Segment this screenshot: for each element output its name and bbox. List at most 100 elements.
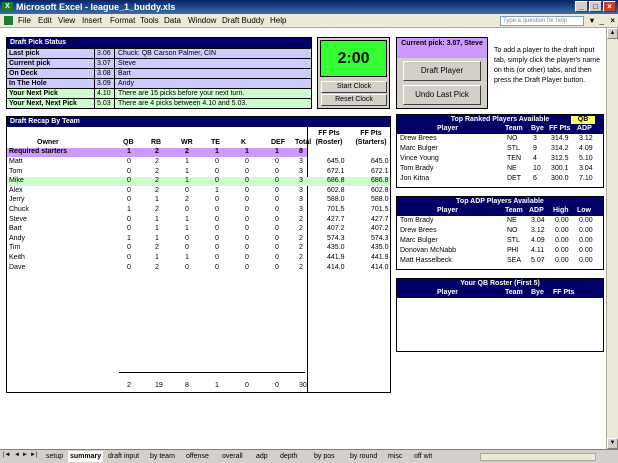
tab-depth[interactable]: depth <box>278 451 300 462</box>
table-header-row: Player Team Bye FF Pts ADP <box>397 125 603 134</box>
player-row[interactable]: Marc Bulger STL 4.09 0.00 0.00 <box>397 237 603 246</box>
recap-cell: 1 <box>185 215 189 223</box>
menu-view[interactable]: View <box>58 16 75 25</box>
top-ranked-panel: Top Ranked Players Available QB Player Te… <box>396 114 604 188</box>
player-row[interactable]: Vince Young TEN 4 312.5 5.10 <box>397 155 603 164</box>
instructions-text: To add a player to the draft input tab, … <box>494 47 600 84</box>
recap-cell: 2 <box>155 206 159 213</box>
recap-row[interactable]: Alex 0 2 0 1 0 0 3 602.8 602.8 <box>7 187 390 196</box>
minimize-button[interactable]: _ <box>575 1 588 12</box>
menu-window[interactable]: Window <box>188 16 216 25</box>
recap-cell: 1 <box>155 225 159 233</box>
recap-cell: 0 <box>127 177 131 185</box>
player-row[interactable]: Donovan McNabb PHI 4.11 0.00 0.00 <box>397 247 603 256</box>
player-row[interactable]: Marc Bulger STL 9 314.2 4.09 <box>397 145 603 154</box>
clock-panel: 2:00 Start Clock Reset Clock <box>317 37 390 109</box>
recap-row[interactable]: Keith 0 1 1 0 0 0 2 441.9 441.9 <box>7 254 390 263</box>
player-row[interactable]: Matt Hasselbeck SEA 5.07 0.00 0.00 <box>397 257 603 266</box>
chevron-down-icon[interactable]: ▾ <box>590 16 594 25</box>
recap-row[interactable]: Chuck 1 2 0 0 0 0 3 701.5 701.5 <box>7 206 390 215</box>
status-row: Current pick 3.07 Steve <box>7 58 311 68</box>
player-cell: NE <box>507 165 517 172</box>
undo-last-pick-button[interactable]: Undo Last Pick <box>403 85 481 105</box>
player-row[interactable]: Tom Brady NE 10 300.1 3.04 <box>397 165 603 174</box>
recap-row[interactable]: Dave 0 2 0 0 0 0 2 414.0 414.0 <box>7 264 390 273</box>
player-cell: 7.10 <box>579 175 593 182</box>
reset-clock-button[interactable]: Reset Clock <box>321 94 387 106</box>
vertical-scrollbar[interactable]: ▲ ▼ <box>606 28 618 449</box>
horizontal-scrollbar[interactable] <box>480 453 596 461</box>
status-pick-number: 4.10 <box>95 89 115 98</box>
menu-insert[interactable]: Insert <box>82 16 102 25</box>
recap-cell: 0 <box>275 263 279 271</box>
menu-file[interactable]: File <box>18 16 31 25</box>
prev-sheet-icon[interactable]: ◄ <box>14 452 20 458</box>
player-row[interactable]: Tom Brady NE 3.04 0.00 0.00 <box>397 217 603 226</box>
menu-data[interactable]: Data <box>164 16 181 25</box>
scroll-up-icon[interactable]: ▲ <box>607 28 618 39</box>
position-filter[interactable]: QB <box>571 116 595 124</box>
menu-help[interactable]: Help <box>270 16 286 25</box>
recap-cell: 0 <box>127 158 131 165</box>
tab-off-wit[interactable]: off wit <box>412 451 434 462</box>
menu-format[interactable]: Format <box>110 16 135 25</box>
close-button[interactable]: × <box>603 1 616 12</box>
workbook-icon[interactable] <box>4 16 13 25</box>
recap-cell: 1 <box>155 215 159 223</box>
recap-total: 1 <box>215 382 219 389</box>
tab-by-team[interactable]: by team <box>148 451 177 462</box>
draft-player-button[interactable]: Draft Player <box>403 61 481 81</box>
tab-overall[interactable]: overall <box>220 451 245 462</box>
status-row: In The Hole 3.09 Andy <box>7 78 311 88</box>
last-sheet-icon[interactable]: ►| <box>30 452 38 458</box>
recap-cell: 0 <box>127 186 131 194</box>
recap-col-header: TE <box>211 139 220 146</box>
recap-cell: 0 <box>275 244 279 252</box>
recap-total: 8 <box>185 382 189 389</box>
tab-draft-input[interactable]: draft input <box>106 451 141 462</box>
recap-cell: 3 <box>299 177 303 185</box>
recap-row[interactable]: Bart 0 1 1 0 0 0 2 407.2 407.2 <box>7 225 390 234</box>
tab-offense[interactable]: offense <box>184 451 211 462</box>
player-row[interactable]: Drew Brees NO 3.12 0.00 0.00 <box>397 227 603 236</box>
tab-misc[interactable]: misc <box>386 451 404 462</box>
player-row[interactable]: Jon Kitna DET 6 300.0 7.10 <box>397 175 603 184</box>
tab-by-pos[interactable]: by pos <box>312 451 337 462</box>
next-sheet-icon[interactable]: ► <box>22 452 28 458</box>
recap-cell: 0 <box>275 158 279 165</box>
recap-cell: 0 <box>275 167 279 175</box>
scroll-down-icon[interactable]: ▼ <box>607 438 618 449</box>
start-clock-button[interactable]: Start Clock <box>321 81 387 93</box>
player-cell: 0.00 <box>579 257 593 264</box>
tab-setup[interactable]: setup <box>44 451 65 462</box>
menu-edit[interactable]: Edit <box>38 16 52 25</box>
restore-icon[interactable]: _ <box>600 16 604 25</box>
tab-adp[interactable]: adp <box>254 451 270 462</box>
menu-tools[interactable]: Tools <box>140 16 159 25</box>
recap-cell: 2 <box>299 215 303 223</box>
recap-cell: 602.8 <box>327 186 345 194</box>
recap-row[interactable]: Andy 1 1 0 0 0 0 2 574.3 574.3 <box>7 235 390 244</box>
tab-summary[interactable]: summary <box>68 451 104 462</box>
player-row[interactable]: Drew Brees NO 3 314.9 3.12 <box>397 135 603 144</box>
player-cell: 314.9 <box>551 135 569 142</box>
maximize-button[interactable]: □ <box>589 1 602 12</box>
recap-row[interactable]: Tom 0 2 1 0 0 0 3 672.1 672.1 <box>7 168 390 177</box>
recap-cell: 2 <box>155 177 159 185</box>
menu-draft-buddy[interactable]: Draft Buddy <box>222 16 264 25</box>
recap-row[interactable]: Matt 0 2 1 0 0 0 3 645.0 645.0 <box>7 158 390 167</box>
ask-question-input[interactable]: Type a question for help <box>500 16 584 26</box>
recap-row[interactable]: Steve 0 1 1 0 0 0 2 427.7 427.7 <box>7 216 390 225</box>
recap-cell: 0 <box>275 196 279 204</box>
close-workbook-icon[interactable]: × <box>610 16 615 25</box>
recap-row[interactable]: Tim 0 2 0 0 0 0 2 435.0 435.0 <box>7 244 390 253</box>
first-sheet-icon[interactable]: |◄ <box>3 452 11 458</box>
table-col-header: Team <box>505 289 523 296</box>
recap-row[interactable]: Jerry 0 1 2 0 0 0 3 588.0 588.0 <box>7 196 390 205</box>
status-text: Andy <box>118 80 134 87</box>
tab-by-round[interactable]: by round <box>348 451 379 462</box>
required-starters-row: Required starters 1 2 2 1 1 1 8 <box>7 148 307 157</box>
recap-cell: 0 <box>245 196 249 204</box>
recap-cell: 0 <box>245 244 249 252</box>
recap-row[interactable]: Mike 0 2 1 0 0 0 3 686.8 686.8 <box>7 177 390 187</box>
